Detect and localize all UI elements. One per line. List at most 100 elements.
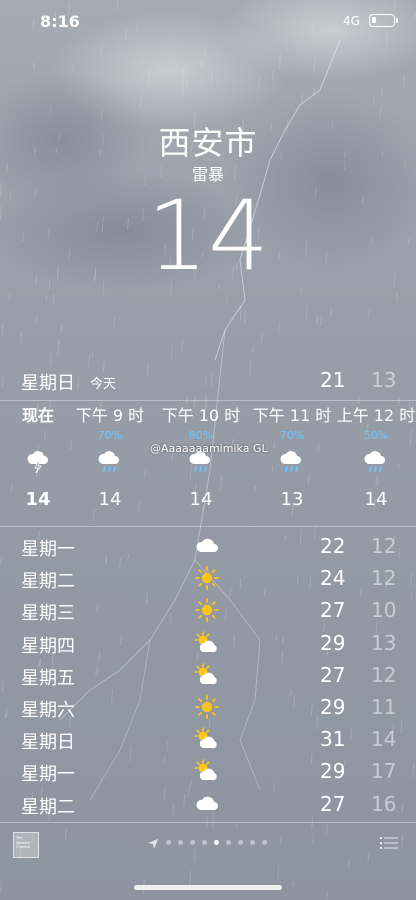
hour-label: 下午 11 时 [252, 406, 332, 425]
hour-temperature: 13 [280, 489, 304, 510]
day-low: 12 [371, 566, 397, 591]
day-row: 星期五 27 12 [0, 660, 416, 692]
day-row: 星期四 29 13 [0, 628, 416, 660]
day-low: 12 [371, 662, 397, 687]
today-low: 13 [371, 368, 397, 392]
bottom-toolbar: The Weather Channel [0, 824, 416, 870]
network-label: 4G [343, 14, 360, 28]
day-low: 16 [371, 791, 397, 816]
page-dot[interactable] [178, 840, 183, 845]
page-dot[interactable] [214, 840, 219, 845]
partly-cloudy-icon [194, 727, 217, 749]
day-row: 星期二 24 12 [0, 563, 416, 595]
divider-bottom [0, 526, 416, 527]
day-low: 10 [371, 598, 397, 623]
precipitation-probability [0, 429, 78, 443]
day-high: 29 [320, 695, 346, 719]
day-high: 22 [320, 534, 346, 558]
status-time: 8:16 [40, 12, 80, 31]
day-name: 星期五 [21, 667, 75, 689]
city-name: 西安市 [158, 124, 258, 162]
hourly-forecast[interactable]: 现在 14 下午 9 时 70% 14 下午 10 时 80% 14 下午 11… [0, 405, 416, 525]
home-indicator[interactable] [134, 885, 282, 890]
day-high: 27 [320, 598, 346, 623]
today-day-name: 星期日 [21, 373, 75, 394]
day-name: 星期一 [21, 764, 75, 786]
day-low: 11 [371, 695, 397, 719]
day-name: 星期四 [21, 635, 75, 657]
hour-label: 现在 [21, 406, 54, 425]
page-indicator[interactable] [166, 840, 276, 848]
day-high: 29 [320, 630, 346, 655]
hour-temperature: 14 [25, 489, 51, 510]
current-temperature: 14 [146, 180, 270, 292]
day-high: 31 [320, 727, 346, 752]
precipitation-probability: 80% [188, 429, 214, 442]
precipitation-probability: 70% [97, 429, 123, 442]
day-name: 星期三 [21, 603, 75, 625]
precipitation-probability: 50% [363, 429, 389, 442]
hour-temperature: 14 [364, 489, 388, 510]
day-row: 星期二 27 16 [0, 789, 416, 821]
day-low: 13 [371, 630, 397, 655]
hour-item: 现在 14 [0, 405, 78, 510]
day-low: 17 [371, 759, 397, 784]
today-high: 21 [320, 368, 346, 392]
day-high: 29 [320, 759, 346, 784]
hour-label: 下午 9 时 [75, 406, 145, 425]
day-high: 27 [320, 791, 346, 816]
page-dot[interactable] [250, 840, 255, 845]
hour-item: 上午 12 时 50% 14 [336, 405, 416, 510]
status-bar: 8:16 4G [0, 0, 416, 44]
hour-label: 上午 12 时 [336, 406, 416, 425]
day-name: 星期二 [21, 571, 75, 593]
hour-item: 下午 10 时 80% 14 [161, 405, 241, 510]
day-high: 27 [320, 662, 346, 687]
day-low: 12 [371, 534, 397, 558]
sun-icon [195, 695, 219, 719]
day-name: 星期二 [21, 796, 75, 818]
list-icon[interactable] [380, 836, 398, 850]
page-dot[interactable] [262, 840, 267, 845]
page-dot[interactable] [166, 840, 171, 845]
day-name: 星期一 [21, 539, 75, 560]
hour-item: 下午 9 时 70% 14 [70, 405, 150, 510]
today-summary: 星期日 今天 21 13 [0, 366, 416, 396]
sun-icon [195, 598, 219, 623]
page-dot[interactable] [190, 840, 195, 845]
rain-icon [98, 451, 119, 472]
battery-icon [369, 14, 395, 27]
divider-footer [0, 822, 416, 823]
day-row: 星期一 29 17 [0, 756, 416, 788]
page-dot[interactable] [202, 840, 207, 845]
divider-top [0, 400, 416, 401]
location-arrow-icon[interactable] [147, 838, 159, 850]
day-name: 星期日 [21, 732, 75, 754]
day-row: 星期六 29 11 [0, 692, 416, 724]
watermark: @Aaaaaaamimika GL [150, 442, 268, 455]
weather-channel-logo[interactable]: The Weather Channel [13, 832, 39, 858]
day-low: 14 [371, 727, 397, 752]
hour-temperature: 14 [189, 489, 213, 510]
day-row: 星期日 31 14 [0, 724, 416, 756]
partly-cloudy-icon [194, 630, 217, 652]
day-name: 星期六 [21, 700, 75, 721]
sun-icon [195, 566, 219, 591]
rain-icon [364, 451, 385, 472]
thunderstorm-icon [27, 451, 48, 474]
partly-cloudy-icon [194, 759, 217, 781]
precipitation-probability: 70% [279, 429, 305, 442]
cloud-icon [196, 796, 218, 810]
today-label: 今天 [90, 377, 117, 392]
page-dot[interactable] [226, 840, 231, 845]
partly-cloudy-icon [194, 662, 217, 684]
day-high: 24 [320, 566, 346, 591]
day-row: 星期一 22 12 [0, 531, 416, 563]
hour-temperature: 14 [98, 489, 122, 510]
battery-cap [396, 18, 398, 23]
page-dot[interactable] [238, 840, 243, 845]
day-row: 星期三 27 10 [0, 595, 416, 627]
rain-icon [280, 451, 301, 472]
hour-label: 下午 10 时 [161, 406, 241, 425]
hour-item: 下午 11 时 70% 13 [252, 405, 332, 510]
